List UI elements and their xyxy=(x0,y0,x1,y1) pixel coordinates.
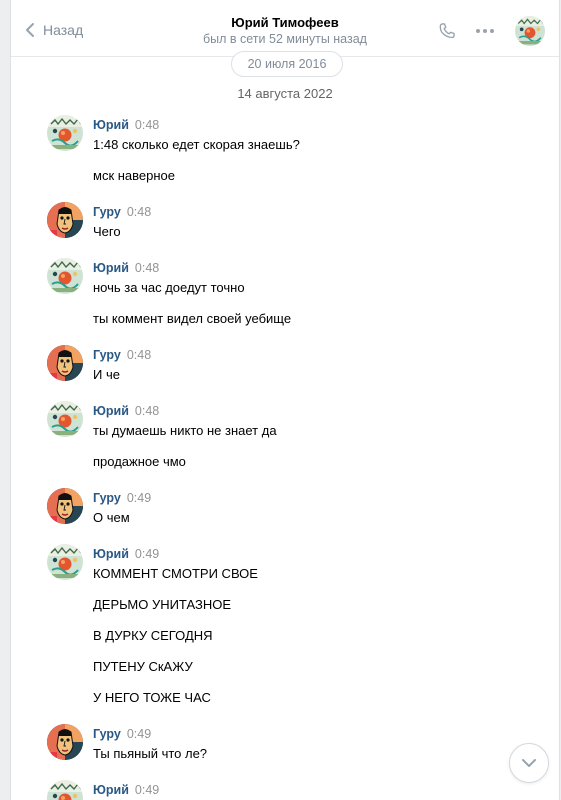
phone-icon xyxy=(439,23,455,39)
message-text: мск наверное xyxy=(93,168,176,183)
sender-avatar[interactable] xyxy=(47,115,83,151)
message-time[interactable]: 0:48 xyxy=(135,404,159,418)
dialog-window: Назад Юрий Тимофеев был в сети 52 минуты… xyxy=(10,0,560,800)
avatar-image xyxy=(47,202,83,238)
message-time[interactable]: 0:48 xyxy=(127,348,151,362)
message-time[interactable]: 0:48 xyxy=(135,118,159,132)
sender-name-link[interactable]: Гуру xyxy=(93,348,121,362)
avatar-image xyxy=(47,724,83,760)
message-text: ночь за час доедут точно xyxy=(93,280,245,295)
message-text: 1:48 сколько едет скорая знаешь? xyxy=(93,137,300,152)
message-text: Чего xyxy=(93,224,121,239)
message-meta: Гуру 0:49 xyxy=(93,491,151,505)
sender-name-link[interactable]: Юрий xyxy=(93,118,129,132)
sender-name-link[interactable]: Гуру xyxy=(93,205,121,219)
message-time[interactable]: 0:49 xyxy=(127,727,151,741)
date-separator: 14 августа 2022 xyxy=(237,86,333,101)
avatar-image xyxy=(47,115,83,151)
more-button[interactable] xyxy=(474,20,496,42)
message-meta: Юрий 0:49 xyxy=(93,783,159,797)
message-meta: Юрий 0:49 xyxy=(93,547,159,561)
sender-avatar[interactable] xyxy=(47,488,83,524)
scroll-down-button[interactable] xyxy=(509,743,549,783)
message-text: ДЕРЬМО УНИТАЗНОЕ xyxy=(93,597,231,612)
more-horizontal-icon xyxy=(476,29,494,33)
message-meta: Юрий 0:48 xyxy=(93,118,159,132)
message-time[interactable]: 0:48 xyxy=(135,261,159,275)
sender-avatar[interactable] xyxy=(47,202,83,238)
message-text: ты коммент видел своей уебище xyxy=(93,311,292,326)
avatar-image xyxy=(47,488,83,524)
avatar-image xyxy=(47,544,83,580)
message-text: И че xyxy=(93,367,120,382)
sender-avatar[interactable] xyxy=(47,401,83,437)
message-text: О чем xyxy=(93,510,130,525)
sender-name-link[interactable]: Юрий xyxy=(93,783,129,797)
message-time[interactable]: 0:49 xyxy=(135,547,159,561)
chevron-down-icon xyxy=(522,759,536,767)
message-time[interactable]: 0:49 xyxy=(127,491,151,505)
sender-name-link[interactable]: Юрий xyxy=(93,404,129,418)
message-time[interactable]: 0:49 xyxy=(135,783,159,797)
avatar-image xyxy=(47,345,83,381)
message-text: Ты пьяный что ле? xyxy=(93,746,208,761)
message-text: У НЕГО ТОЖЕ ЧАС xyxy=(93,690,211,705)
sender-avatar[interactable] xyxy=(47,780,83,800)
header-avatar[interactable] xyxy=(515,16,545,46)
message-meta: Гуру 0:48 xyxy=(93,348,151,362)
avatar-image xyxy=(515,16,545,46)
dialog-header: Назад Юрий Тимофеев был в сети 52 минуты… xyxy=(11,0,559,57)
avatar-image xyxy=(47,780,83,800)
online-status: был в сети 52 минуты назад xyxy=(203,32,367,46)
sender-avatar[interactable] xyxy=(47,258,83,294)
back-label: Назад xyxy=(43,22,84,38)
sender-name-link[interactable]: Гуру xyxy=(93,491,121,505)
avatar-image xyxy=(47,401,83,437)
message-meta: Юрий 0:48 xyxy=(93,404,159,418)
message-time[interactable]: 0:48 xyxy=(127,205,151,219)
sender-name-link[interactable]: Юрий xyxy=(93,261,129,275)
message-text: ты думаешь никто не знает да xyxy=(93,423,277,438)
message-text: В ДУРКУ СЕГОДНЯ xyxy=(93,628,213,643)
sender-avatar[interactable] xyxy=(47,544,83,580)
back-button[interactable]: Назад xyxy=(25,18,83,42)
message-text: КОММЕНТ СМОТРИ СВОЕ xyxy=(93,566,258,581)
dialog-title-block[interactable]: Юрий Тимофеев был в сети 52 минуты назад xyxy=(161,14,409,48)
sender-name-link[interactable]: Гуру xyxy=(93,727,121,741)
message-text: ПУТЕНУ СкАЖУ xyxy=(93,659,193,674)
sender-name-link[interactable]: Юрий xyxy=(93,547,129,561)
call-button[interactable] xyxy=(436,20,458,42)
dialog-title: Юрий Тимофеев xyxy=(231,15,339,30)
message-text: продажное чмо xyxy=(93,454,186,469)
message-meta: Гуру 0:48 xyxy=(93,205,151,219)
chevron-left-icon xyxy=(26,23,34,37)
floating-date-pill: 20 июля 2016 xyxy=(231,51,343,77)
message-meta: Гуру 0:49 xyxy=(93,727,151,741)
sender-avatar[interactable] xyxy=(47,724,83,760)
sender-avatar[interactable] xyxy=(47,345,83,381)
avatar-image xyxy=(47,258,83,294)
message-meta: Юрий 0:48 xyxy=(93,261,159,275)
